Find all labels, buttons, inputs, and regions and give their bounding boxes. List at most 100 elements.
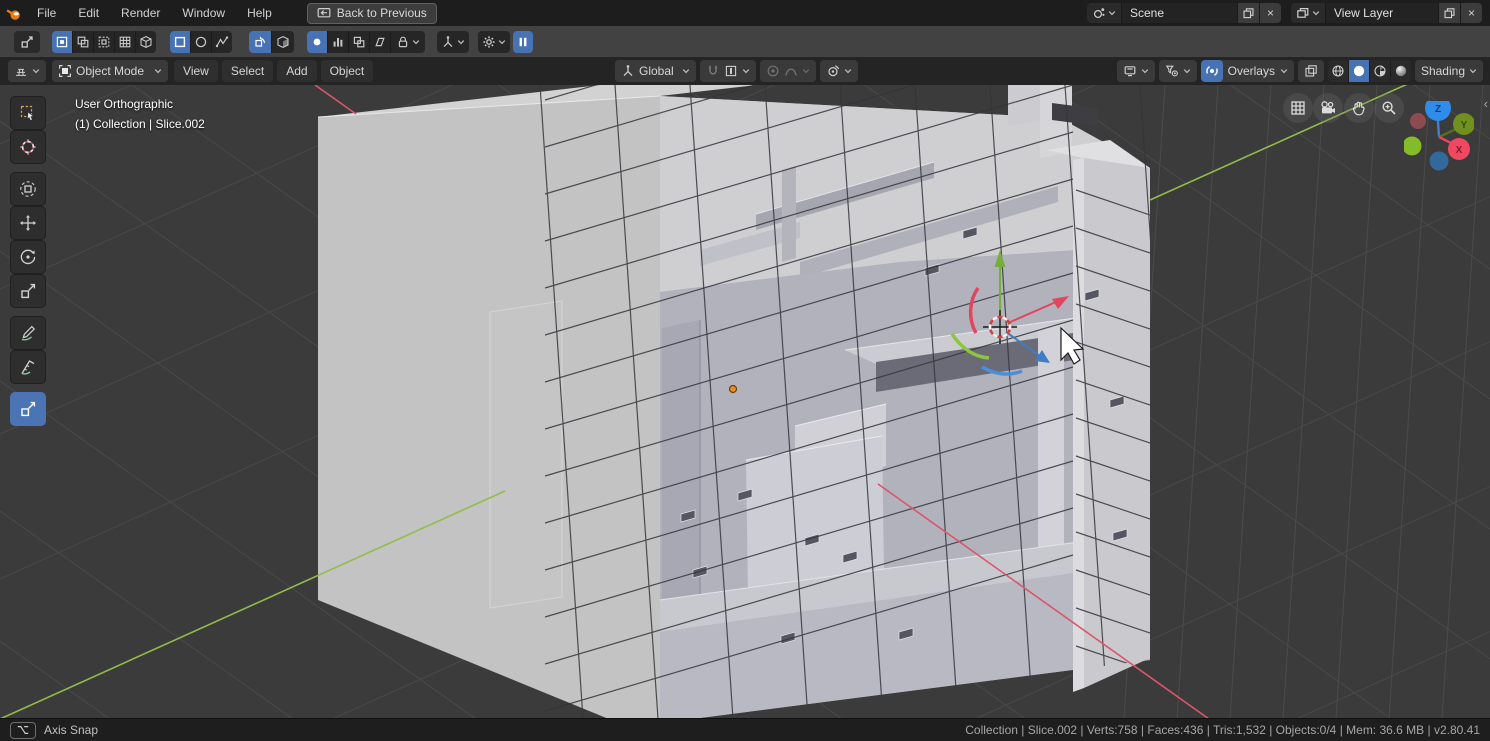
- menu-select[interactable]: Select: [222, 60, 273, 82]
- scene-browse-button[interactable]: [1087, 3, 1122, 23]
- sidebar-collapse-arrow[interactable]: ‹: [1484, 96, 1488, 111]
- chevron-down-icon: [1280, 67, 1288, 75]
- tool-transform[interactable]: [10, 172, 46, 206]
- curve-points-toggle[interactable]: [212, 31, 232, 53]
- tool-options-dropdown[interactable]: [478, 31, 510, 53]
- orientation-dropdown[interactable]: [437, 31, 469, 53]
- dot-toggle[interactable]: [307, 31, 328, 53]
- tool-move[interactable]: [10, 206, 46, 240]
- scene-name-field[interactable]: Scene: [1122, 3, 1237, 23]
- cube-toggle[interactable]: [136, 31, 156, 53]
- view-layer-new-button[interactable]: [1438, 3, 1460, 23]
- blender-window: { "colors":{ "accent_blue":"#4772b3","se…: [0, 0, 1490, 741]
- scene-new-button[interactable]: [1237, 3, 1259, 23]
- bars-toggle[interactable]: [328, 31, 349, 53]
- solid-sphere-icon: [1352, 64, 1366, 78]
- tool-select-box[interactable]: [10, 96, 46, 130]
- menu-add[interactable]: Add: [277, 60, 316, 82]
- zoom-icon: [1381, 100, 1397, 116]
- chevron-down-icon: [742, 67, 750, 75]
- menu-file[interactable]: File: [26, 6, 67, 20]
- mode-dropdown[interactable]: Object Mode: [52, 60, 168, 82]
- magnet-icon[interactable]: [706, 64, 720, 78]
- menu-view[interactable]: View: [174, 60, 218, 82]
- filter-eye-icon: [1165, 64, 1179, 78]
- snap-increment-icon[interactable]: [724, 64, 738, 78]
- xray-toggle[interactable]: [1298, 60, 1324, 82]
- viewport-canvas[interactable]: [0, 85, 1490, 719]
- overlays-group: Overlays: [1201, 60, 1294, 82]
- viewport-info-text: User Orthographic (1) Collection | Slice…: [75, 94, 205, 134]
- menu-help[interactable]: Help: [236, 6, 283, 20]
- chevron-down-icon: [682, 67, 690, 75]
- editor-type-dropdown[interactable]: [8, 60, 46, 82]
- option-set-d: [307, 31, 425, 53]
- tool-measure[interactable]: [10, 350, 46, 384]
- gear-icon: [482, 35, 496, 49]
- lock-dropdown[interactable]: [391, 31, 425, 53]
- option-set-c: [249, 31, 294, 53]
- view-label: User Orthographic: [75, 94, 205, 114]
- zoom-view-button[interactable]: [1374, 93, 1404, 123]
- menu-render[interactable]: Render: [110, 6, 171, 20]
- square-toggle[interactable]: [170, 31, 191, 53]
- parallelogram-toggle[interactable]: [370, 31, 391, 53]
- scene-icon: [1092, 6, 1106, 20]
- object-types-icon: [1123, 64, 1137, 78]
- shading-solid-toggle[interactable]: [1349, 60, 1370, 82]
- axis-ball-neg-y[interactable]: [1404, 137, 1422, 156]
- pivot-point-dropdown[interactable]: [820, 60, 858, 82]
- tool-annotate[interactable]: [10, 316, 46, 350]
- chevron-down-icon: [457, 38, 465, 46]
- tool-scale-cage-active[interactable]: [10, 392, 46, 426]
- falloff-icon[interactable]: [784, 64, 798, 78]
- overlap-squares-toggle[interactable]: [73, 31, 94, 53]
- tool-rotate[interactable]: [10, 240, 46, 274]
- view-layer-name-field[interactable]: View Layer: [1326, 3, 1438, 23]
- tool-cursor-3d[interactable]: [10, 130, 46, 164]
- rendered-sphere-icon: [1394, 64, 1408, 78]
- navigation-axis-gizmo[interactable]: Z Y X: [1404, 101, 1474, 171]
- orientation-axis-icon: [621, 64, 635, 78]
- shading-wireframe-toggle[interactable]: [1328, 60, 1349, 82]
- overlays-dropdown[interactable]: Overlays: [1228, 64, 1275, 78]
- back-to-previous-button[interactable]: Back to Previous: [307, 3, 437, 24]
- scene-unlink-button[interactable]: ×: [1259, 3, 1281, 23]
- scene-statistics: Collection | Slice.002 | Verts:758 | Fac…: [965, 723, 1480, 737]
- inset-square-toggle[interactable]: [94, 31, 115, 53]
- view-layer-remove-button[interactable]: ×: [1460, 3, 1482, 23]
- menu-edit[interactable]: Edit: [67, 6, 110, 20]
- proportional-edit-icon[interactable]: [766, 64, 780, 78]
- transform-orientation-dropdown[interactable]: Global: [615, 60, 696, 82]
- shading-rendered-toggle[interactable]: [1391, 60, 1411, 82]
- shading-dropdown[interactable]: Shading: [1415, 60, 1483, 82]
- toggle-ortho-grid-button[interactable]: [1283, 93, 1313, 123]
- axis-ball-neg-z[interactable]: [1430, 152, 1449, 171]
- object-types-visibility-dropdown[interactable]: [1117, 60, 1155, 82]
- active-tool-indicator: [14, 31, 40, 53]
- view-layer-browse-button[interactable]: [1291, 3, 1326, 23]
- pan-view-button[interactable]: [1344, 93, 1374, 123]
- visibility-filter-dropdown[interactable]: [1159, 60, 1197, 82]
- shaded-cube-toggle[interactable]: [272, 31, 294, 53]
- camera-view-button[interactable]: [1313, 93, 1343, 123]
- rotate-square-toggle[interactable]: [249, 31, 272, 53]
- scene-selector: Scene ×: [1087, 3, 1281, 23]
- viewport-header: Object Mode View Select Add Object Globa…: [0, 57, 1490, 85]
- square-in-square-toggle[interactable]: [52, 31, 73, 53]
- blender-logo-icon[interactable]: [0, 5, 26, 22]
- circle-toggle[interactable]: [191, 31, 212, 53]
- alt-key-icon: [10, 722, 36, 739]
- object-origin-dot: [730, 386, 737, 393]
- menu-window[interactable]: Window: [171, 6, 236, 20]
- menu-object[interactable]: Object: [321, 60, 374, 82]
- grid-toggle[interactable]: [115, 31, 136, 53]
- axis-ball-neg-x[interactable]: [1410, 113, 1426, 129]
- stack-toggle[interactable]: [349, 31, 370, 53]
- shading-material-toggle[interactable]: [1370, 60, 1391, 82]
- wireframe-sphere-icon: [1331, 64, 1345, 78]
- pause-toggle[interactable]: [513, 31, 533, 53]
- tool-scale[interactable]: [10, 274, 46, 308]
- show-gizmo-toggle[interactable]: [1201, 60, 1223, 82]
- status-bar: Axis Snap Collection | Slice.002 | Verts…: [0, 718, 1490, 741]
